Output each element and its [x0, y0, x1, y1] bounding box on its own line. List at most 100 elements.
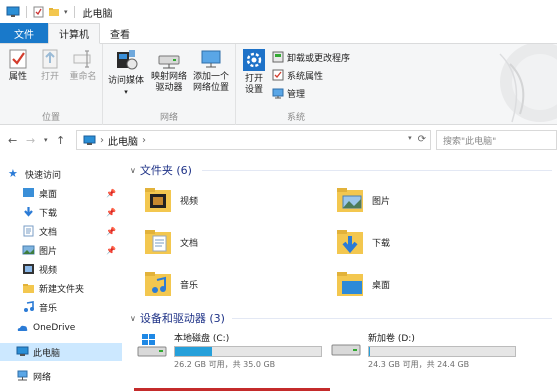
folder-item-downloads[interactable]: 下载: [336, 227, 390, 257]
section-divider: [232, 318, 552, 319]
drive-item-d[interactable]: 新加卷 (D:) 24.3 GB 可用，共 24.4 GB: [330, 331, 516, 370]
sidebar-item-desktop[interactable]: 桌面 📌: [0, 184, 122, 202]
network-icon: [17, 370, 28, 381]
download-arrow-icon: [24, 207, 33, 217]
folders-section-header[interactable]: ∨ 文件夹 (6): [130, 162, 192, 178]
open-settings-label: 打开 设置: [244, 74, 263, 95]
network-drive-icon: [158, 55, 180, 69]
toolbar-separator: [26, 6, 27, 18]
map-network-drive-button[interactable]: 映射网络 驱动器: [149, 48, 189, 94]
uninstall-program-button[interactable]: 卸载或更改程序: [272, 50, 350, 64]
sidebar-item-onedrive[interactable]: OneDrive: [0, 319, 122, 337]
breadcrumb[interactable]: 此电脑: [108, 133, 138, 148]
windows-drive-icon: [137, 334, 167, 357]
manage-label: 管理: [287, 89, 306, 100]
ribbon-group-label: 系统: [286, 113, 305, 123]
pin-icon[interactable]: 📌: [106, 208, 116, 217]
music-folder-icon: [145, 272, 171, 296]
navigation-pane: ★ 快速访问 桌面 📌 下载 📌 文档 📌 图片 📌 视频 新建文件夹 音乐 O…: [0, 155, 122, 391]
pin-icon[interactable]: 📌: [106, 227, 116, 236]
properties-label: 属性: [8, 72, 27, 82]
ribbon-group-location: 属性 打开 重命名 位置: [0, 44, 103, 125]
add-network-location-button[interactable]: 添加一个 网络位置: [191, 48, 231, 94]
sidebar-item-label: 快速访问: [25, 170, 62, 181]
folder-item-videos[interactable]: 视频: [144, 185, 198, 215]
sidebar-item-label: OneDrive: [33, 323, 76, 333]
refresh-icon[interactable]: ⟳: [418, 134, 426, 145]
address-bar[interactable]: › 此电脑 › ▾ ⟳: [76, 130, 431, 150]
drive-name: 新加卷 (D:): [368, 334, 415, 344]
system-properties-button[interactable]: 系统属性: [272, 68, 323, 82]
up-arrow-icon[interactable]: ↑: [56, 134, 65, 147]
folder-label: 图片: [372, 196, 391, 207]
search-input[interactable]: 搜索"此电脑": [436, 130, 557, 150]
open-settings-button[interactable]: 打开 设置: [240, 48, 268, 96]
back-arrow-icon[interactable]: ←: [8, 134, 17, 147]
sidebar-item-this-pc[interactable]: 此电脑: [0, 343, 122, 361]
drive-name: 本地磁盘 (C:): [174, 334, 230, 344]
folder-item-music[interactable]: 音乐: [144, 269, 198, 299]
pin-icon[interactable]: 📌: [106, 246, 116, 255]
rename-icon: [73, 50, 91, 68]
sidebar-item-music[interactable]: 音乐: [0, 298, 122, 316]
chevron-down-icon[interactable]: ∨: [130, 166, 136, 175]
sidebar-item-videos[interactable]: 视频: [0, 260, 122, 278]
breadcrumb-separator-icon[interactable]: ›: [100, 135, 104, 146]
document-icon: [23, 225, 34, 237]
folder-item-documents[interactable]: 文档: [144, 227, 198, 257]
folder-item-pictures[interactable]: 图片: [336, 185, 390, 215]
map-network-drive-label: 映射网络 驱动器: [150, 72, 187, 93]
computer-icon: [6, 6, 20, 17]
pin-icon[interactable]: 📌: [106, 189, 116, 198]
properties-button[interactable]: 属性: [6, 48, 30, 83]
hard-drive-icon: [331, 344, 361, 356]
drives-section-header[interactable]: ∨ 设备和驱动器 (3): [130, 310, 225, 326]
new-folder-icon[interactable]: [48, 6, 60, 18]
chevron-down-icon[interactable]: ▾: [64, 8, 68, 16]
tab-computer[interactable]: 计算机: [48, 23, 100, 44]
ribbon-group-label: 位置: [41, 113, 60, 123]
sidebar-item-new-folder[interactable]: 新建文件夹: [0, 279, 122, 297]
access-media-label: 访问媒体: [107, 76, 144, 86]
rename-button[interactable]: 重命名: [68, 48, 98, 83]
uninstall-icon: [272, 51, 284, 63]
access-media-button[interactable]: 访问媒体 ▾: [107, 48, 145, 98]
chevron-down-icon[interactable]: ▾: [408, 134, 412, 145]
folder-label: 视频: [180, 196, 199, 207]
ribbon-group-network: 访问媒体 ▾ 映射网络 驱动器 添加一个 网络位置 网络: [103, 44, 236, 125]
sidebar-item-label: 网络: [33, 372, 52, 383]
star-icon: ★: [8, 167, 18, 180]
document-folder-icon: [145, 230, 171, 254]
sidebar-item-downloads[interactable]: 下载 📌: [0, 203, 122, 221]
sidebar-item-label: 文档: [39, 227, 58, 238]
tab-file[interactable]: 文件: [0, 23, 48, 43]
sidebar-item-documents[interactable]: 文档 📌: [0, 222, 122, 240]
picture-folder-icon: [337, 188, 363, 212]
open-button[interactable]: 打开: [38, 48, 62, 83]
drive-info: 本地磁盘 (C:) 26.2 GB 可用，共 35.0 GB: [174, 331, 322, 370]
sidebar-item-label: 新建文件夹: [39, 284, 85, 295]
folder-icon: [23, 284, 34, 293]
tab-view[interactable]: 查看: [100, 23, 140, 43]
address-tools: ▾ ⟳: [408, 134, 426, 145]
sidebar-item-pictures[interactable]: 图片 📌: [0, 241, 122, 259]
folder-item-desktop[interactable]: 桌面: [336, 269, 390, 299]
add-network-location-label: 添加一个 网络位置: [192, 72, 229, 93]
section-title: 文件夹 (6): [139, 164, 192, 177]
sidebar-item-network[interactable]: 网络: [0, 367, 122, 385]
manage-button[interactable]: 管理: [272, 86, 305, 100]
properties-icon[interactable]: [33, 6, 44, 18]
computer-icon: [16, 346, 29, 356]
checklist-icon: [272, 69, 284, 81]
sidebar-item-quick-access[interactable]: ★ 快速访问: [0, 165, 122, 183]
forward-arrow-icon[interactable]: →: [26, 134, 35, 147]
drive-free-space: 24.3 GB 可用，共 24.4 GB: [368, 360, 470, 369]
drive-item-c[interactable]: 本地磁盘 (C:) 26.2 GB 可用，共 35.0 GB: [136, 331, 322, 370]
sidebar-item-label: 音乐: [39, 303, 58, 314]
breadcrumb-separator-icon[interactable]: ›: [142, 135, 146, 146]
ribbon: 属性 打开 重命名 位置 访问媒体 ▾ 映射网络 驱动器 添加一个 网络位置 网…: [0, 44, 557, 125]
ribbon-group-label: 网络: [159, 113, 178, 123]
chevron-down-icon[interactable]: ∨: [130, 314, 136, 323]
open-icon: [42, 49, 58, 69]
recent-locations-chevron-icon[interactable]: ▾: [44, 136, 48, 144]
